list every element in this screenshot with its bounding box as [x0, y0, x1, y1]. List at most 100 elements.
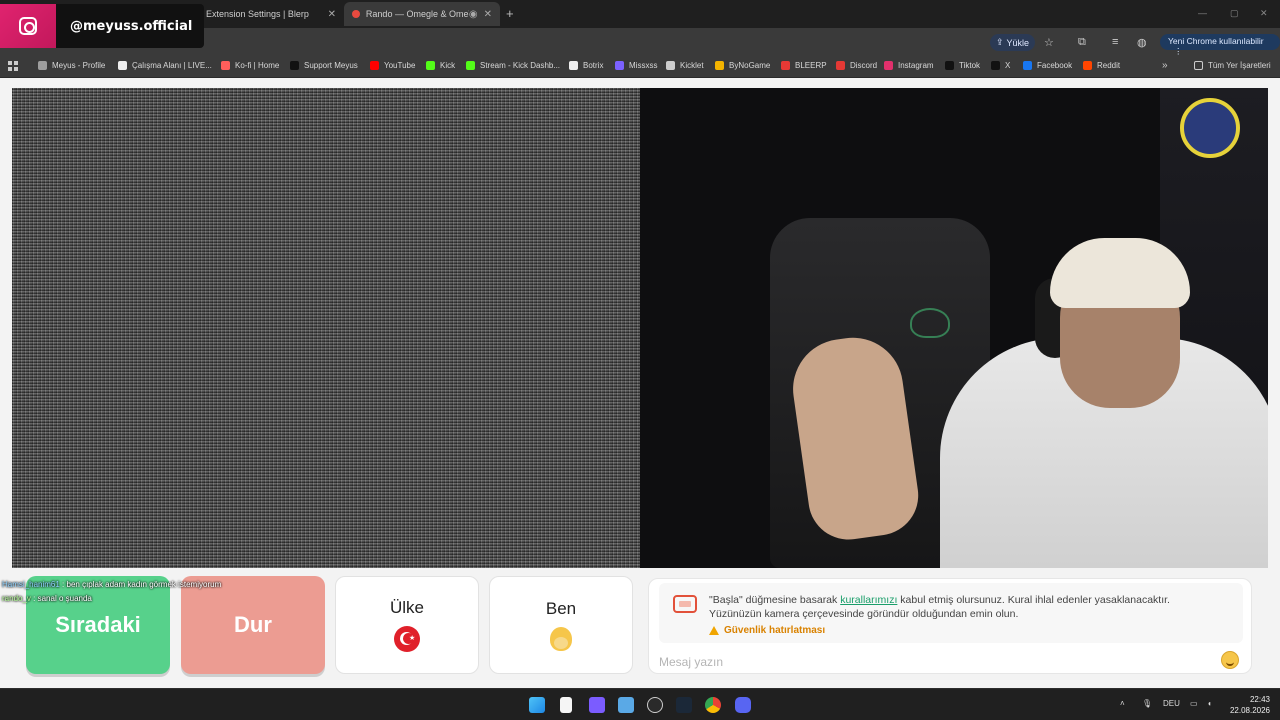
- notepad-icon[interactable]: [560, 697, 572, 713]
- avatar-icon: [550, 627, 572, 651]
- bookmark-item[interactable]: Ko-fi | Home: [221, 61, 279, 70]
- safety-label: Güvenlik hatırlatması: [724, 625, 826, 636]
- profile-icon[interactable]: ◍: [1137, 36, 1147, 49]
- bookmark-item[interactable]: Çalışma Alanı | LIVE...: [118, 61, 212, 70]
- message-input[interactable]: [659, 653, 1209, 671]
- upload-button[interactable]: ⇪ Yükle: [990, 34, 1036, 51]
- bookmark-item[interactable]: Facebook: [1023, 61, 1072, 70]
- rando-favicon-icon: [352, 10, 360, 18]
- network-icon[interactable]: ▭: [1190, 699, 1198, 708]
- microphone-icon[interactable]: 🎙: [1142, 699, 1152, 708]
- bookmark-item[interactable]: Stream - Kick Dashb...: [466, 61, 560, 70]
- folder-icon: [1194, 61, 1203, 70]
- tab-label: Extension Settings | Blerp: [206, 9, 309, 19]
- upload-label: Yükle: [1006, 37, 1030, 48]
- more-icon: ⋮: [1174, 46, 1183, 56]
- close-window-icon[interactable]: ✕: [1260, 8, 1268, 19]
- bookmark-label: YouTube: [384, 61, 416, 70]
- bookmark-favicon-icon: [884, 61, 893, 70]
- chat-user: rando_v: [2, 594, 31, 603]
- bookmark-item[interactable]: Discord: [836, 61, 877, 70]
- chrome-update-button[interactable]: Yeni Chrome kullanılabilir ⋮: [1160, 34, 1280, 56]
- close-icon[interactable]: ✕: [328, 9, 336, 20]
- emoji-icon[interactable]: [1221, 651, 1239, 669]
- discord-icon[interactable]: [735, 697, 751, 713]
- tray-expand-icon[interactable]: ˄: [1120, 699, 1125, 708]
- stream-chat-overlay: Hamsi_hanim61 : ben çıplak adam kadın gö…: [2, 580, 221, 608]
- extensions-icon[interactable]: ⧉: [1078, 36, 1086, 49]
- bookmark-favicon-icon: [615, 61, 624, 70]
- bookmark-label: Çalışma Alanı | LIVE...: [132, 61, 212, 70]
- bookmark-item[interactable]: BLEERP: [781, 61, 827, 70]
- chrome-update-label: Yeni Chrome kullanılabilir: [1168, 36, 1264, 46]
- bookmark-item[interactable]: Support Meyus: [290, 61, 358, 70]
- bookmark-label: Botrix: [583, 61, 604, 70]
- app-grid-icon[interactable]: [589, 697, 605, 713]
- apps-grid-icon[interactable]: [8, 61, 18, 71]
- bookmark-label: BLEERP: [795, 61, 827, 70]
- chrome-icon[interactable]: [705, 697, 721, 713]
- bookmark-label: Kick: [440, 61, 456, 70]
- bookmark-item[interactable]: Tiktok: [945, 61, 980, 70]
- bookmark-item[interactable]: Kicklet: [666, 61, 704, 70]
- bookmark-item[interactable]: Kick: [426, 61, 455, 70]
- stop-label: Dur: [234, 612, 272, 637]
- bookmark-star-icon[interactable]: ☆: [1044, 36, 1054, 49]
- bookmark-label: Missxss: [629, 61, 658, 70]
- bookmark-item[interactable]: Meyus - Profile: [38, 61, 105, 70]
- bookmark-label: Kicklet: [680, 61, 704, 70]
- minimize-icon[interactable]: —: [1198, 8, 1207, 18]
- country-selector[interactable]: Ülke ★: [335, 576, 479, 674]
- country-label: Ülke: [389, 598, 424, 617]
- bookmark-item[interactable]: X: [991, 61, 1010, 70]
- bookmark-favicon-icon: [1023, 61, 1032, 70]
- language-indicator[interactable]: DEU: [1163, 699, 1180, 708]
- next-label: Sıradaki: [55, 612, 141, 637]
- photos-icon[interactable]: [618, 697, 634, 713]
- taskbar: ˄ 🎙 DEU ▭ ◖ 22:43 22.08.2026: [0, 688, 1280, 720]
- bookmark-item[interactable]: Missxss: [615, 61, 657, 70]
- bookmark-item[interactable]: Botrix: [569, 61, 603, 70]
- volume-icon[interactable]: ◖: [1207, 699, 1212, 708]
- bookmark-favicon-icon: [715, 61, 724, 70]
- rando-page: Sıradaki Dur Ülke ★ Ben Hamsi_hanim61 : …: [0, 78, 1280, 688]
- rules-link[interactable]: kurallarımızı: [840, 594, 897, 606]
- chat-message: : sanal o şuanda: [33, 594, 92, 603]
- bookmark-item[interactable]: Reddit: [1083, 61, 1120, 70]
- close-icon[interactable]: ✕: [484, 9, 492, 20]
- person-cap: [1050, 238, 1190, 308]
- bookmark-item[interactable]: ByNoGame: [715, 61, 770, 70]
- all-bookmarks-folder[interactable]: Tüm Yer İşaretleri: [1194, 61, 1271, 70]
- tv-icon: [673, 595, 697, 613]
- clock[interactable]: 22:43 22.08.2026: [1226, 694, 1270, 716]
- obs-icon[interactable]: [647, 697, 663, 713]
- tab-extension-settings[interactable]: Extension Settings | Blerp ✕: [198, 2, 344, 26]
- chat-panel: "Başla" düğmesine basarak kurallarımızı …: [648, 578, 1252, 674]
- bookmark-favicon-icon: [945, 61, 954, 70]
- bookmark-favicon-icon: [836, 61, 845, 70]
- bookmark-item[interactable]: YouTube: [370, 61, 415, 70]
- bookmark-favicon-icon: [426, 61, 435, 70]
- instagram-overlay: @meyuss.official: [0, 4, 204, 48]
- chat-message: : ben çıplak adam kadın görmek istemiyor…: [62, 580, 222, 589]
- reading-list-icon[interactable]: ≡: [1112, 36, 1118, 48]
- windows-start-icon[interactable]: [529, 697, 545, 713]
- bookmark-favicon-icon: [118, 61, 127, 70]
- me-selector[interactable]: Ben: [489, 576, 633, 674]
- rules-notice: "Başla" düğmesine basarak kurallarımızı …: [659, 583, 1243, 643]
- tab-rando[interactable]: Rando — Omegle & OmeTV ◉ ✕: [344, 2, 500, 26]
- bookmark-favicon-icon: [666, 61, 675, 70]
- safety-reminder-link[interactable]: Güvenlik hatırlatması: [709, 625, 825, 636]
- bookmarks-overflow-icon[interactable]: »: [1162, 60, 1168, 71]
- bookmark-label: Reddit: [1097, 61, 1121, 70]
- bookmark-label: Facebook: [1037, 61, 1073, 70]
- bookmark-label: Tiktok: [959, 61, 981, 70]
- bookmark-favicon-icon: [38, 61, 47, 70]
- instagram-handle: @meyuss.official: [70, 18, 193, 34]
- bookmark-item[interactable]: Instagram: [884, 61, 934, 70]
- bookmark-label: X: [1005, 61, 1011, 70]
- steam-icon[interactable]: [676, 697, 692, 713]
- new-tab-button[interactable]: +: [506, 6, 514, 21]
- maximize-icon[interactable]: ▢: [1230, 8, 1239, 19]
- audio-icon[interactable]: ◉: [469, 9, 478, 20]
